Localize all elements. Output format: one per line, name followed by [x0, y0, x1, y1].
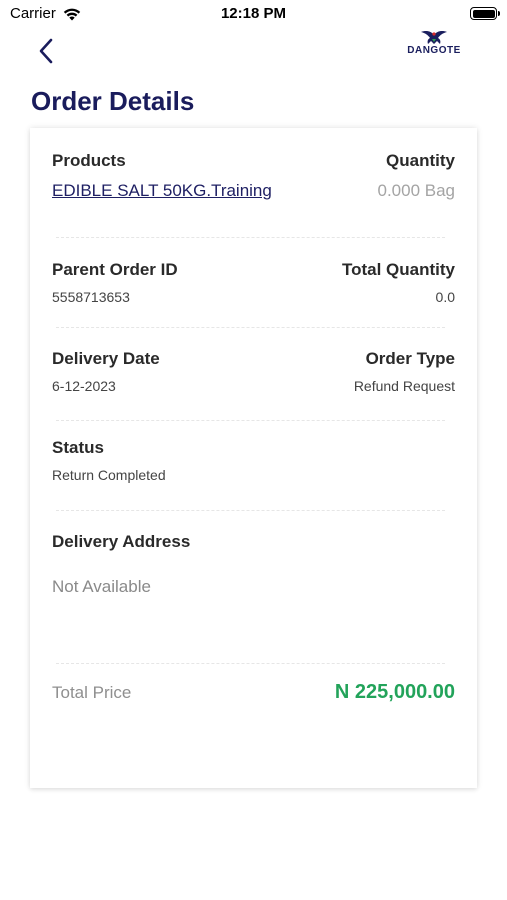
product-name-link[interactable]: EDIBLE SALT 50KG.Training [52, 181, 272, 201]
order-details-card: Products EDIBLE SALT 50KG.Training Quant… [30, 128, 477, 788]
total-price-value: N 225,000.00 [334, 681, 455, 703]
parent-order-id-value: 5558713653 [52, 289, 130, 305]
order-id-row: Parent Order ID 5558713653 Total Quantit… [52, 260, 455, 305]
status-value: Return Completed [52, 467, 166, 483]
total-quantity-value: 0.0 [435, 289, 455, 305]
divider [56, 237, 445, 238]
status-bar: Carrier 12:18 PM [0, 0, 507, 28]
products-row: Products EDIBLE SALT 50KG.Training Quant… [52, 151, 455, 201]
divider [56, 327, 445, 328]
chevron-left-icon [39, 38, 53, 64]
logo-text: DANGOTE [407, 45, 461, 56]
battery-icon [470, 7, 500, 20]
page-title: Order Details [31, 86, 195, 116]
delivery-address-label: Delivery Address [52, 532, 191, 551]
dangote-logo: DANGOTE [401, 30, 467, 64]
status-row: Status Return Completed [52, 438, 455, 483]
delivery-date-label: Delivery Date [52, 349, 160, 368]
eagle-icon [421, 31, 447, 44]
order-type-value: Refund Request [353, 378, 455, 394]
address-value-row: Not Available [52, 577, 455, 597]
divider [56, 420, 445, 421]
status-time: 12:18 PM [220, 5, 287, 22]
total-price-label: Total Price [52, 682, 132, 702]
address-row: Delivery Address [52, 532, 455, 552]
delivery-date-value: 6-12-2023 [52, 378, 116, 394]
delivery-address-value: Not Available [52, 577, 151, 596]
parent-order-id-label: Parent Order ID [52, 260, 178, 279]
total-row: Total Price N 225,000.00 [52, 681, 455, 704]
delivery-row: Delivery Date 6-12-2023 Order Type Refun… [52, 349, 455, 394]
divider [56, 663, 445, 664]
total-quantity-label: Total Quantity [341, 260, 455, 279]
quantity-value: 0.000 Bag [377, 181, 455, 200]
divider [56, 510, 445, 511]
order-type-label: Order Type [365, 349, 455, 368]
back-button[interactable] [34, 36, 62, 66]
quantity-label: Quantity [386, 151, 455, 170]
products-label: Products [52, 151, 126, 170]
status-label: Status [52, 438, 104, 457]
